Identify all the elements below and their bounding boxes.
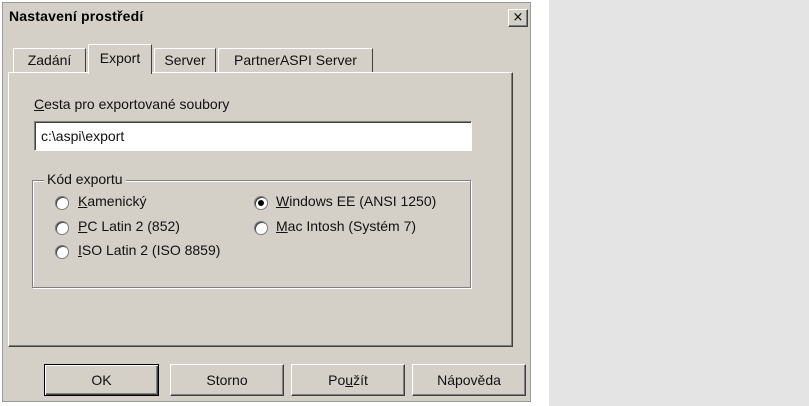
background-panel	[549, 0, 809, 406]
tab-label: PartnerASPI Server	[234, 52, 357, 68]
tab-label: Server	[164, 52, 206, 68]
apply-button[interactable]: Použít	[291, 364, 405, 396]
close-button[interactable]: ×	[508, 9, 528, 27]
title-bar: Nastavení prostředí ×	[3, 3, 530, 31]
tab-server[interactable]: Server	[154, 48, 216, 72]
tab-export[interactable]: Export	[88, 44, 152, 74]
help-button[interactable]: Nápověda	[412, 364, 526, 396]
ok-button[interactable]: OK	[44, 364, 159, 396]
close-icon: ×	[512, 10, 524, 25]
cancel-button[interactable]: Storno	[170, 364, 284, 396]
tab-panel-export	[8, 72, 513, 347]
tab-label: Zadání	[27, 52, 72, 68]
tab-zadani[interactable]: Zadání	[13, 48, 86, 72]
tab-partneraspi-server[interactable]: PartnerASPI Server	[218, 48, 373, 72]
tab-label: Export	[99, 50, 141, 66]
window-title: Nastavení prostředí	[9, 8, 144, 24]
